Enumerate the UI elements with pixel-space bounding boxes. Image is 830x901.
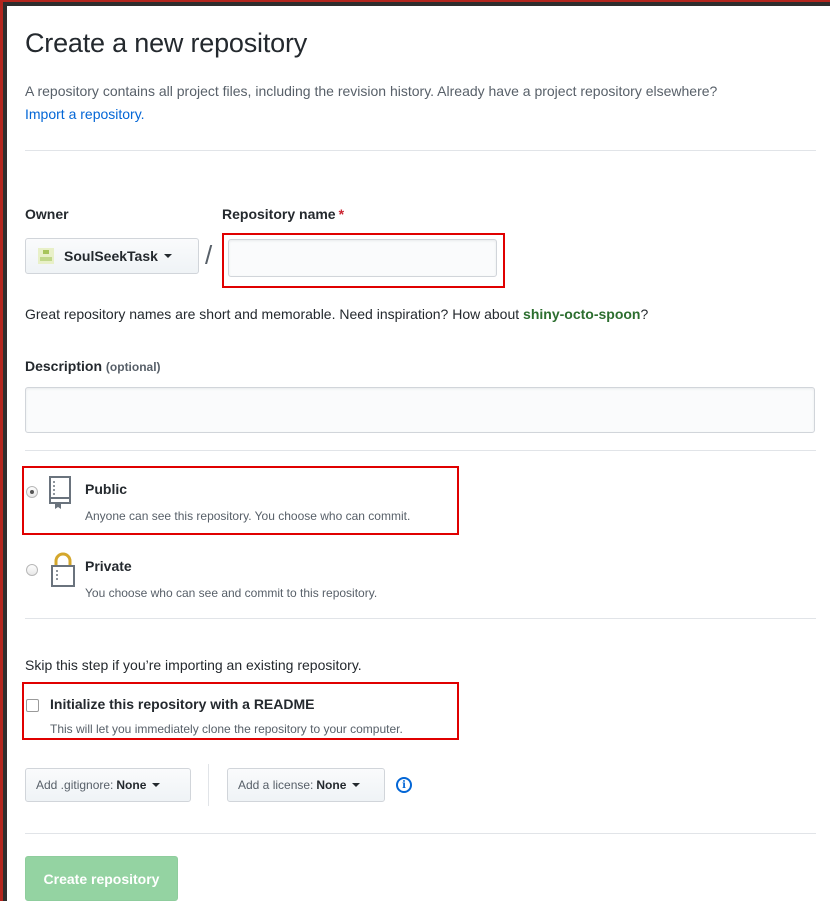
public-description: Anyone can see this repository. You choo… xyxy=(85,509,411,523)
page-title: Create a new repository xyxy=(25,28,308,58)
readme-checkbox[interactable] xyxy=(26,699,39,712)
readme-label[interactable]: Initialize this repository with a README xyxy=(50,696,314,712)
name-suggestion-link[interactable]: shiny-octo-spoon xyxy=(523,306,640,322)
repo-name-label: Repository name * xyxy=(222,206,344,222)
divider xyxy=(25,450,816,451)
public-label: Public xyxy=(85,481,128,497)
repo-name-highlight xyxy=(222,233,505,288)
owner-name: SoulSeekTask xyxy=(64,248,158,264)
import-repository-link[interactable]: Import a repository. xyxy=(25,106,145,122)
optional-note: (optional) xyxy=(105,360,161,374)
chevron-down-icon xyxy=(163,254,172,258)
repo-name-label-text: Repository name xyxy=(222,206,336,222)
private-label: Private xyxy=(85,558,132,574)
repo-name-hint: Great repository names are short and mem… xyxy=(25,306,648,322)
description-label-text: Description xyxy=(25,358,103,374)
page-description: A repository contains all project files,… xyxy=(25,80,824,126)
owner-repo-separator: / xyxy=(205,240,213,270)
chevron-down-icon xyxy=(152,783,161,787)
required-mark: * xyxy=(338,206,345,222)
description-label: Description (optional) xyxy=(25,358,161,374)
divider xyxy=(25,618,816,619)
lock-icon xyxy=(51,552,75,587)
description-input[interactable] xyxy=(25,387,815,433)
gitignore-label: Add .gitignore: xyxy=(36,778,114,792)
repo-name-input[interactable] xyxy=(228,239,497,277)
readme-description: This will let you immediately clone the … xyxy=(50,722,403,736)
owner-label: Owner xyxy=(25,206,69,222)
hint-text: Great repository names are short and mem… xyxy=(25,306,524,322)
license-value: None xyxy=(316,778,347,792)
private-description: You choose who can see and commit to thi… xyxy=(85,586,378,600)
gitignore-select-button[interactable]: Add .gitignore: None xyxy=(25,768,191,802)
private-radio[interactable] xyxy=(26,564,38,576)
new-repo-form: Create a new repository A repository con… xyxy=(7,6,830,901)
license-select-button[interactable]: Add a license: None xyxy=(227,768,385,802)
owner-select-button[interactable]: SoulSeekTask xyxy=(25,238,199,274)
page-description-text: A repository contains all project files,… xyxy=(25,83,718,99)
create-repository-button[interactable]: Create repository xyxy=(25,856,178,901)
gitignore-value: None xyxy=(116,778,147,792)
public-option-highlight xyxy=(22,466,459,535)
license-label: Add a license: xyxy=(238,778,314,792)
divider xyxy=(25,833,816,834)
skip-note: Skip this step if you’re importing an ex… xyxy=(25,657,362,673)
chevron-down-icon xyxy=(352,783,361,787)
vertical-divider xyxy=(208,764,209,806)
info-icon[interactable]: i xyxy=(396,777,412,793)
hint-suffix: ? xyxy=(640,306,649,322)
divider xyxy=(25,150,816,151)
owner-avatar xyxy=(38,248,54,264)
